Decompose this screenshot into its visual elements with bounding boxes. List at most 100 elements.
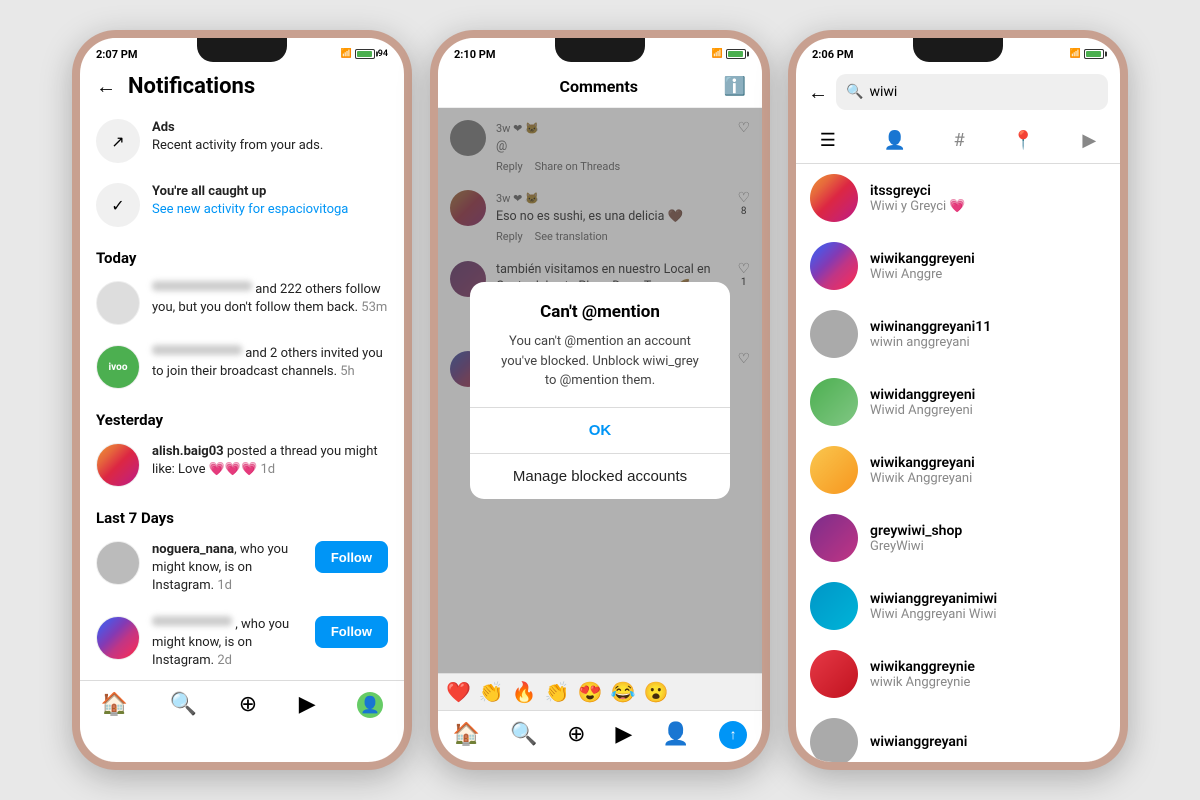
search-icon: 🔍 [846,84,863,100]
fullname-6: GreyWiwi [870,539,1106,554]
emoji-bar: ❤️ 👏 🔥 👏 😍 😂 😮 [438,673,762,710]
phone-notifications: 2:07 PM 📶 94 ← Notifications ↗ Ads Recen… [72,30,412,770]
reels-nav-1[interactable]: ▶ [299,692,316,717]
username-3: wiwinanggreyani11 [870,319,1106,335]
avatar-result-3 [810,310,858,358]
notif-today-1: and 222 others follow you, but you don't… [80,271,404,335]
dialog-content: Can't @mention You can't @mention an acc… [470,282,730,391]
avatar-result-2 [810,242,858,290]
add-nav-2[interactable]: ⊕ [567,722,585,747]
fullname-4: Wiwid Anggreyeni [870,403,1106,418]
manage-blocked-button[interactable]: Manage blocked accounts [470,453,730,499]
result-1[interactable]: itssgreyci Wiwi y Greyci 💗 [796,164,1120,232]
section-last7: Last 7 Days [80,497,404,531]
bottom-nav-1: 🏠 🔍 ⊕ ▶ 👤 [80,680,404,732]
result-8[interactable]: wiwikanggreynie wiwik Anggreynie [796,640,1120,708]
result-5[interactable]: wiwikanggreyani Wiwik Anggreyani [796,436,1120,504]
username-9: wiwianggreyani [870,734,1106,750]
search-header: ← 🔍 wiwi [796,66,1120,118]
battery-2 [726,49,746,59]
info-icon[interactable]: ℹ️ [724,76,746,97]
notif-yesterday-1: alish.baig03 posted a thread you might l… [80,433,404,497]
notif-last7-1: noguera_nana, who you might know, is on … [80,531,404,606]
follow-button-1[interactable]: Follow [315,541,388,573]
profile-nav-2[interactable]: 👤 [662,722,689,747]
username-2: wiwikanggreyeni [870,251,1106,267]
phone-notch [197,38,287,62]
tab-accounts[interactable]: 👤 [872,122,918,159]
back-button-3[interactable]: ← [808,80,828,105]
avatar-noguera [96,541,140,585]
notif-today-2: ivoo and 2 others invited you to join th… [80,335,404,399]
bottom-nav-2: 🏠 🔍 ⊕ ▶ 👤 ↑ [438,710,762,762]
status-time-3: 2:06 PM [812,48,854,61]
tab-all[interactable]: ☰ [808,122,848,159]
search-results: itssgreyci Wiwi y Greyci 💗 wiwikanggreye… [796,164,1120,762]
avatar-result-4 [810,378,858,426]
check-icon: ✓ [96,183,140,227]
avatar-result-8 [810,650,858,698]
add-nav-1[interactable]: ⊕ [239,692,257,717]
profile-nav-1[interactable]: 👤 [357,692,383,718]
comments-content: 3w ❤ 🐱 @ Reply Share on Threads ♡ 3w ❤ 🐱… [438,108,762,673]
search-nav-2[interactable]: 🔍 [510,722,537,747]
username-5: wiwikanggreyani [870,455,1106,471]
fullname-3: wiwin anggreyani [870,335,1106,350]
phone-search: 2:06 PM 📶 ← 🔍 wiwi ☰ 👤 # 📍 ▶ [788,30,1128,770]
status-icons-1: 📶 94 [340,49,388,59]
result-7[interactable]: wiwianggreyanimiwi Wiwi Anggreyani Wiwi [796,572,1120,640]
section-yesterday: Yesterday [80,399,404,433]
result-3[interactable]: wiwinanggreyani11 wiwin anggreyani [796,300,1120,368]
avatar-result-5 [810,446,858,494]
reels-nav-2[interactable]: ▶ [615,722,632,747]
username-7: wiwianggreyanimiwi [870,591,1106,607]
status-time-2: 2:10 PM [454,48,496,61]
page-title-1: Notifications [128,74,255,99]
result-6[interactable]: greywiwi_shop GreyWiwi [796,504,1120,572]
status-time-1: 2:07 PM [96,48,138,61]
home-nav-1[interactable]: 🏠 [101,692,128,717]
comments-header: Comments ℹ️ [438,66,762,108]
dialog-body: You can't @mention an account you've blo… [494,332,706,391]
username-8: wiwikanggreynie [870,659,1106,675]
notifications-list: ↗ Ads Recent activity from your ads. ✓ Y… [80,109,404,680]
section-today: Today [80,237,404,271]
tab-tags[interactable]: # [942,122,977,159]
search-bar[interactable]: 🔍 wiwi [836,74,1108,110]
search-tabs: ☰ 👤 # 📍 ▶ [796,118,1120,164]
fullname-7: Wiwi Anggreyani Wiwi [870,607,1106,622]
result-4[interactable]: wiwidanggreyeni Wiwid Anggreyeni [796,368,1120,436]
back-button-1[interactable]: ← [96,74,116,99]
follow-button-2[interactable]: Follow [315,616,388,648]
comments-title: Comments [560,77,638,96]
ads-icon: ↗ [96,119,140,163]
ok-button[interactable]: OK [470,408,730,453]
notif-caught-up: ✓ You're all caught up See new activity … [80,173,404,237]
avatar-result-1 [810,174,858,222]
avatar-alish [96,443,140,487]
username-6: greywiwi_shop [870,523,1106,539]
result-2[interactable]: wiwikanggreyeni Wiwi Anggre [796,232,1120,300]
result-9[interactable]: wiwianggreyani [796,708,1120,762]
status-icons-2: 📶 [712,49,746,59]
tab-reels[interactable]: ▶ [1070,122,1108,159]
avatar-result-6 [810,514,858,562]
search-query[interactable]: wiwi [869,84,897,100]
username-1: itssgreyci [870,183,1106,199]
battery-1 [355,49,375,59]
avatar-blurred-1 [96,281,140,325]
avatar-ivoo: ivoo [96,345,140,389]
phone-notch-2 [555,38,645,62]
avatar-result-7 [810,582,858,630]
status-icons-3: 📶 [1070,49,1104,59]
fullname-2: Wiwi Anggre [870,267,1106,282]
fullname-1: Wiwi y Greyci 💗 [870,199,1106,214]
phone-notch-3 [913,38,1003,62]
phone-comments: 2:10 PM 📶 Comments ℹ️ 3w ❤ 🐱 @ [430,30,770,770]
username-4: wiwidanggreyeni [870,387,1106,403]
tab-places[interactable]: 📍 [1000,122,1046,159]
home-nav-2[interactable]: 🏠 [453,722,480,747]
dialog-overlay: Can't @mention You can't @mention an acc… [438,108,762,673]
notif-ads: ↗ Ads Recent activity from your ads. [80,109,404,173]
search-nav-1[interactable]: 🔍 [170,692,197,717]
